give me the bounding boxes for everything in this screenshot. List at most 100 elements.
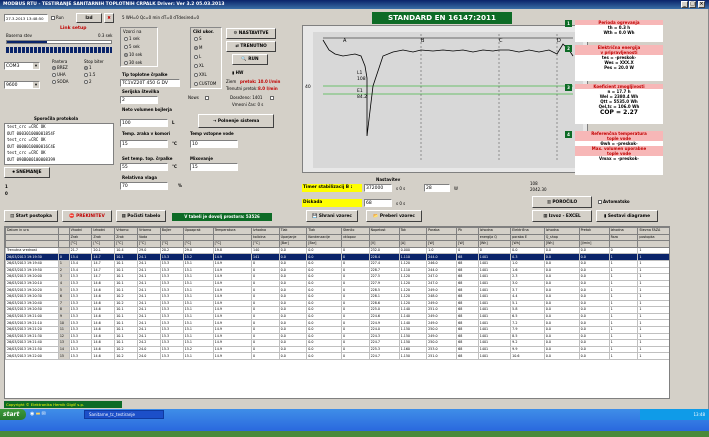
- task-item[interactable]: Sanitarne_tc_testiranje: [84, 410, 164, 419]
- radio-off-icon[interactable]: [194, 64, 198, 68]
- checkbox-icon[interactable]: [598, 200, 602, 204]
- size-opt-l[interactable]: L: [194, 54, 201, 59]
- start-button[interactable]: start: [0, 409, 26, 420]
- table-row[interactable]: 26/03/2013 19:19:30 0 15.4 14.7 10.1 24.1 15.3…: [5, 253, 669, 261]
- protocol-log[interactable]: test_crc =CRC OK OUT 000301000001854F te…: [4, 123, 114, 165]
- run-button[interactable]: 🔍 RUN: [232, 54, 268, 65]
- sampling-opt-5[interactable]: 5 sek: [124, 44, 140, 49]
- serial-field[interactable]: 2: [120, 96, 158, 104]
- exit-icon[interactable]: ✖: [104, 13, 114, 23]
- polnenje-button[interactable]: ⇢ Polnenje sistema: [198, 114, 274, 128]
- porocilo-button[interactable]: ▥ POROČILO: [532, 196, 592, 208]
- size-opt-s[interactable]: S: [194, 36, 202, 41]
- table-row[interactable]: 26/03/2013 19:20:00 3 15.3 14.7 10.1 24.1 15.3…: [5, 273, 669, 281]
- stop-opt-1[interactable]: 1: [84, 65, 92, 70]
- checkbox-icon[interactable]: [270, 96, 274, 100]
- stop-opt-15[interactable]: 1.5: [84, 72, 95, 77]
- table-row[interactable]: 26/03/2013 19:19:50 2 15.4 14.7 10.1 24.1 15.3…: [5, 266, 669, 275]
- size-opt-xl[interactable]: XL: [194, 63, 204, 68]
- chevron-down-icon[interactable]: ▾: [33, 82, 39, 88]
- preberi-button[interactable]: 📂 Preberi vzorec: [366, 210, 422, 222]
- table-row[interactable]: 26/03/2013 19:20:10 4 15.3 14.6 10.1 24.1 15.3…: [5, 279, 669, 288]
- table-row[interactable]: 26/03/2013 19:20:40 7 15.3 14.6 10.2 24.1 15.3…: [5, 299, 669, 308]
- checkbox-icon[interactable]: [205, 96, 209, 100]
- excel-button[interactable]: ▦ Izvoz - EXCEL: [532, 210, 592, 222]
- minimize-icon[interactable]: _: [681, 1, 688, 8]
- pantera-opt-soda[interactable]: SODA: [52, 79, 68, 84]
- dosezeno-checkbox[interactable]: [270, 95, 275, 100]
- radio-off-icon[interactable]: [124, 61, 128, 65]
- volume-field[interactable]: 100: [120, 119, 168, 127]
- mail-icon[interactable]: ✉: [42, 411, 46, 417]
- table-row[interactable]: 26/03/2013 19:21:00 9 15.3 14.6 10.1 24.1 15.3…: [5, 312, 669, 321]
- baud-select[interactable]: 9600 ▾: [4, 81, 40, 89]
- snemanje-button[interactable]: ⏺ SNEMANJE: [4, 167, 50, 178]
- table-row[interactable]: 26/03/2013 19:21:50 14 15.3 14.6 10.2 24.0 15.…: [5, 345, 669, 354]
- trenutno-button[interactable]: ⇄ TRENUTNO: [226, 41, 276, 52]
- water-temp-field[interactable]: 10: [190, 140, 238, 148]
- timer-field[interactable]: 372000: [364, 184, 392, 192]
- size-opt-custom[interactable]: CUSTOM: [194, 81, 216, 86]
- automatsko-checkbox[interactable]: Avtomatsko: [598, 199, 630, 204]
- table-row[interactable]: Trenutna vrednost 21.7 20.1 10.4 29.0 20.2 29.…: [5, 246, 669, 255]
- nows-checkbox[interactable]: [205, 95, 210, 100]
- pantera-opt-uha[interactable]: UHA: [52, 72, 66, 77]
- close-icon[interactable]: ×: [698, 1, 705, 8]
- table-row[interactable]: 26/03/2013 19:21:10 10 15.3 14.6 10.1 24.1 15.…: [5, 319, 669, 327]
- com-port-select[interactable]: COM3 ▾: [4, 62, 40, 70]
- room-temp-field[interactable]: 15: [120, 140, 168, 148]
- pocisti-button[interactable]: ▦ Počisti tabelo: [116, 210, 166, 222]
- table-cell: 0: [251, 332, 280, 341]
- radio-on-icon[interactable]: [194, 46, 198, 50]
- maximize-icon[interactable]: □: [689, 1, 696, 8]
- radio-off-icon[interactable]: [124, 45, 128, 49]
- radio-off-icon[interactable]: [52, 73, 56, 77]
- size-opt-xxl[interactable]: XXL: [194, 72, 207, 77]
- set-temp-field[interactable]: 55: [120, 163, 168, 171]
- table-row[interactable]: 26/03/2013 19:19:40 1 15.4 14.7 10.1 24.1 15.3…: [5, 259, 669, 268]
- nastavitve-button[interactable]: ⚙ NASTAVITVE: [226, 28, 276, 39]
- stop-opt-2[interactable]: 2: [84, 79, 92, 84]
- radio-off-icon[interactable]: [194, 82, 198, 86]
- pantera-opt-brez[interactable]: BREZ: [52, 65, 68, 70]
- sampling-opt-30[interactable]: 30 sek: [124, 60, 142, 65]
- radio-off-icon[interactable]: [124, 37, 128, 41]
- diagram-button[interactable]: ▮ Sestavi diagrame: [596, 210, 658, 222]
- humidity-field[interactable]: 70: [120, 182, 168, 190]
- table-row[interactable]: 26/03/2013 19:20:50 8 15.3 14.6 10.1 24.1 15.3…: [5, 306, 669, 314]
- folder-icon[interactable]: ▬: [36, 411, 41, 417]
- radio-on-icon[interactable]: [84, 66, 88, 70]
- table-row[interactable]: 26/03/2013 19:20:30 6 15.3 14.6 10.2 24.1 15.3…: [5, 292, 669, 301]
- shrani-button[interactable]: 💾 Shrani vzorec: [306, 210, 358, 222]
- run-checkbox-box[interactable]: [51, 16, 55, 20]
- radio-on-icon[interactable]: [124, 53, 128, 57]
- browser-icon[interactable]: ◉: [30, 411, 34, 417]
- table-row[interactable]: 26/03/2013 19:20:20 5 15.3 14.6 10.1 24.1 15.3…: [5, 286, 669, 294]
- radio-off-icon[interactable]: [194, 37, 198, 41]
- chevron-down-icon[interactable]: ▾: [33, 63, 39, 69]
- size-opt-m[interactable]: M: [194, 45, 202, 50]
- radio-off-icon[interactable]: [84, 80, 88, 84]
- run-checkbox[interactable]: Run: [51, 15, 64, 20]
- table-row[interactable]: 26/03/2013 19:22:00 15 15.3 14.6 10.2 24.0 15.…: [5, 352, 669, 360]
- radio-off-icon[interactable]: [84, 73, 88, 77]
- start-button[interactable]: ▤ Start postopka: [4, 210, 58, 222]
- table-cell: 15.3: [159, 319, 184, 327]
- diskada-field[interactable]: 68: [364, 199, 392, 207]
- radio-off-icon[interactable]: [194, 73, 198, 77]
- mix-field[interactable]: 15: [190, 163, 238, 171]
- rate-slider[interactable]: [6, 40, 112, 44]
- izd-button[interactable]: Izd: [76, 13, 102, 23]
- prekinitev-button[interactable]: ⛔ PREKINITEV: [62, 210, 112, 222]
- sampling-opt-10[interactable]: 10 sek: [124, 52, 142, 57]
- sampling-opt-1[interactable]: 1 sek: [124, 36, 140, 41]
- pump-type-field[interactable]: TC1VZ20T 450 G DV: [120, 79, 180, 87]
- table-row[interactable]: 26/03/2013 19:21:20 11 15.3 14.6 10.1 24.1 15.…: [5, 325, 669, 334]
- data-table[interactable]: Datum in ura Vhodni Izhodni Vrtorno Vrtorno B…: [4, 226, 670, 399]
- timer-watts[interactable]: 28: [424, 184, 450, 192]
- radio-off-icon[interactable]: [52, 80, 56, 84]
- radio-off-icon[interactable]: [194, 55, 198, 59]
- table-row[interactable]: 26/03/2013 19:21:30 12 15.3 14.6 10.1 24.1 15.…: [5, 332, 669, 341]
- radio-on-icon[interactable]: [52, 66, 56, 70]
- table-row[interactable]: 26/03/2013 19:21:40 13 15.3 14.6 10.1 24.2 15.…: [5, 339, 669, 347]
